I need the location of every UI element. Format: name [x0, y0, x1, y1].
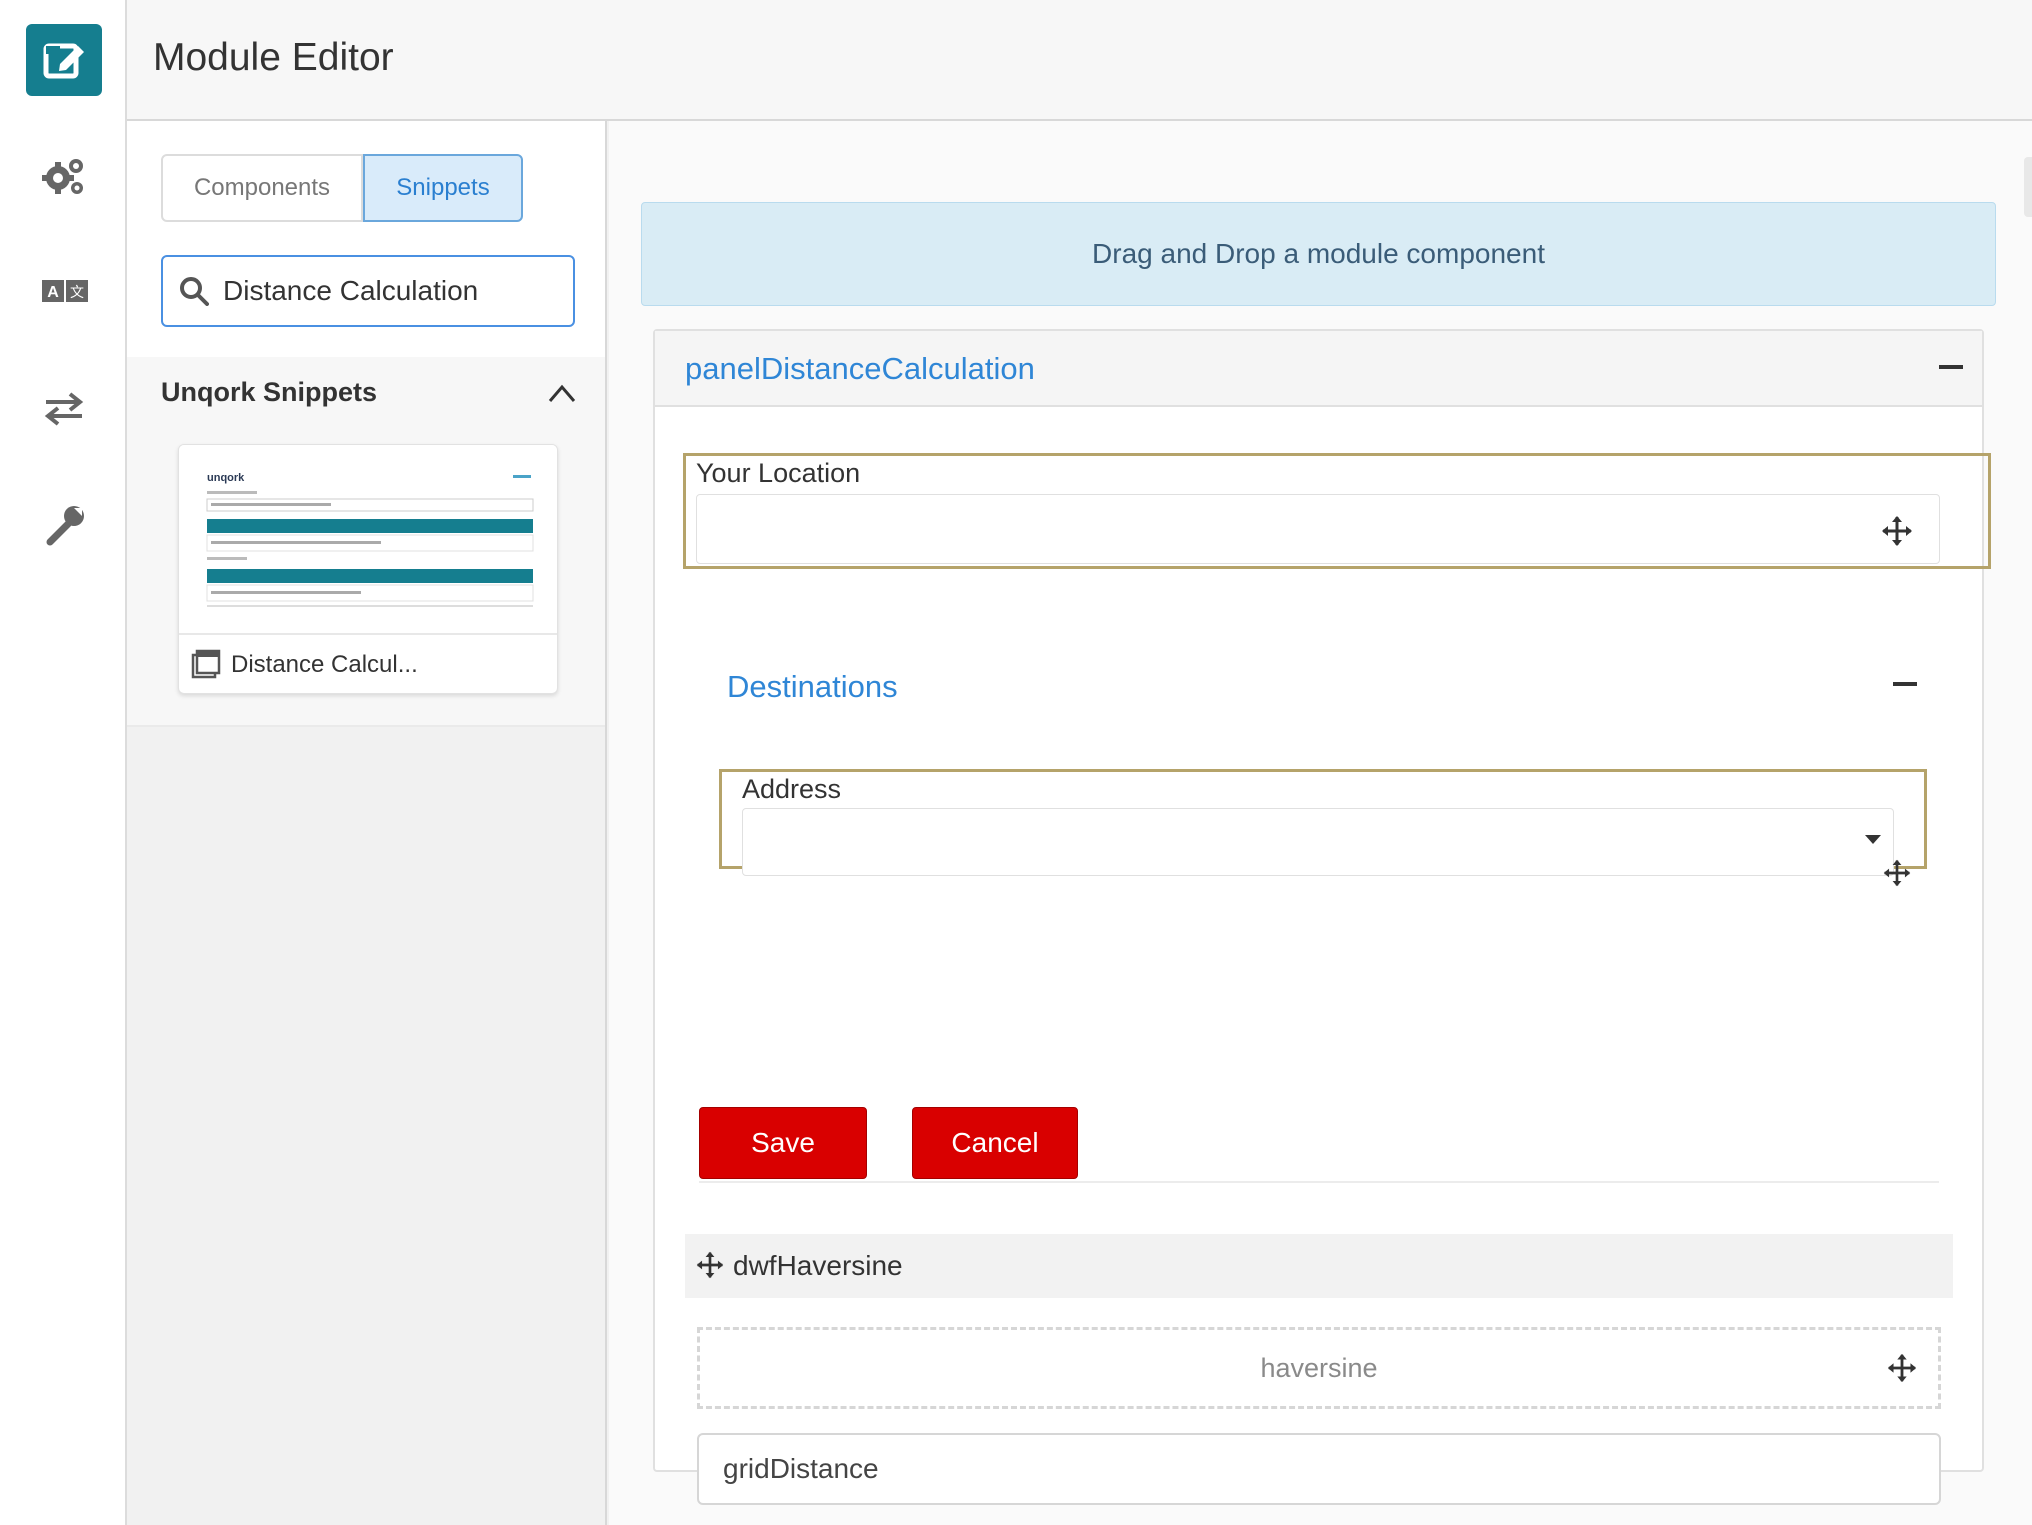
edit-icon — [43, 43, 84, 79]
canvas-edge-tab[interactable] — [2024, 157, 2032, 217]
arrows-exchange-icon — [44, 392, 84, 426]
rail-settings-button[interactable] — [26, 140, 102, 212]
snippet-thumbnail: unqork — [179, 445, 557, 635]
wrench-icon — [46, 506, 84, 546]
collapse-destinations-icon[interactable] — [1893, 682, 1917, 686]
collapse-panel-icon[interactable] — [1939, 365, 1963, 369]
address-label: Address — [742, 774, 842, 804]
haversine-label: haversine — [1260, 1352, 1378, 1383]
move-icon[interactable] — [1880, 514, 1914, 548]
rail-exchange-button[interactable] — [26, 372, 102, 444]
address-select[interactable] — [742, 808, 1894, 876]
snippet-card[interactable]: unqork Distance Calcul... — [178, 444, 558, 694]
thumb-brand: unqork — [207, 472, 245, 484]
your-location-component[interactable]: Your Location — [683, 453, 1991, 569]
move-icon[interactable] — [1882, 858, 1912, 888]
sidebar-tabs: Components Snippets — [161, 154, 523, 222]
gears-icon — [42, 159, 83, 194]
move-icon[interactable] — [1886, 1352, 1918, 1384]
snippet-card-label: Distance Calcul... — [231, 651, 418, 678]
haversine-component[interactable]: haversine — [697, 1327, 1941, 1409]
your-location-input[interactable] — [696, 494, 1940, 564]
panel-title: panelDistanceCalculation — [685, 351, 1035, 386]
search-input[interactable] — [223, 275, 563, 307]
builder-sidebar: Components Snippets Unqork Snippets unqo… — [127, 121, 607, 1525]
rail-tools-button[interactable] — [26, 488, 102, 560]
panel-header[interactable]: panelDistanceCalculation — [655, 331, 1982, 407]
snippets-section: Unqork Snippets unqork Distance Calcul..… — [127, 357, 605, 727]
address-component[interactable]: Address — [719, 769, 1927, 887]
sidebar-top: Components Snippets — [127, 121, 605, 357]
builder-canvas: Drag and Drop a module component panelDi… — [609, 121, 2032, 1525]
search-icon — [180, 277, 209, 306]
rail-module-editor-button[interactable] — [26, 24, 102, 96]
save-button[interactable]: Save — [699, 1107, 867, 1179]
section-title: Unqork Snippets — [161, 377, 378, 407]
translate-icon: A 文 — [42, 280, 88, 302]
svg-text:文: 文 — [70, 285, 84, 301]
svg-text:A: A — [47, 284, 59, 301]
destinations-title: Destinations — [727, 669, 898, 704]
cancel-button[interactable]: Cancel — [912, 1107, 1078, 1179]
app-header: Module Editor — [127, 0, 2032, 121]
grid-distance-component[interactable]: gridDistance — [697, 1433, 1941, 1505]
page-title: Module Editor — [153, 36, 394, 79]
rail-translation-button[interactable]: A 文 — [26, 256, 102, 328]
window-icon — [191, 649, 221, 679]
snippet-preview-image: unqork — [206, 472, 534, 607]
dwf-haversine-label: dwfHaversine — [733, 1250, 903, 1281]
tab-components[interactable]: Components — [161, 154, 363, 222]
dwf-haversine-component[interactable]: dwfHaversine — [685, 1234, 1953, 1298]
search-box — [161, 255, 575, 327]
section-divider — [699, 1181, 1939, 1183]
left-icon-rail: A 文 — [0, 0, 127, 1525]
your-location-label: Your Location — [696, 458, 861, 488]
tab-snippets[interactable]: Snippets — [363, 154, 523, 222]
panel-distance-calculation: panelDistanceCalculation Your Location D… — [653, 329, 1991, 1505]
chevron-up-icon[interactable] — [547, 381, 577, 405]
drop-zone[interactable]: Drag and Drop a module component — [641, 202, 1996, 306]
move-icon[interactable] — [695, 1250, 725, 1280]
chevron-down-icon[interactable] — [1864, 834, 1882, 846]
